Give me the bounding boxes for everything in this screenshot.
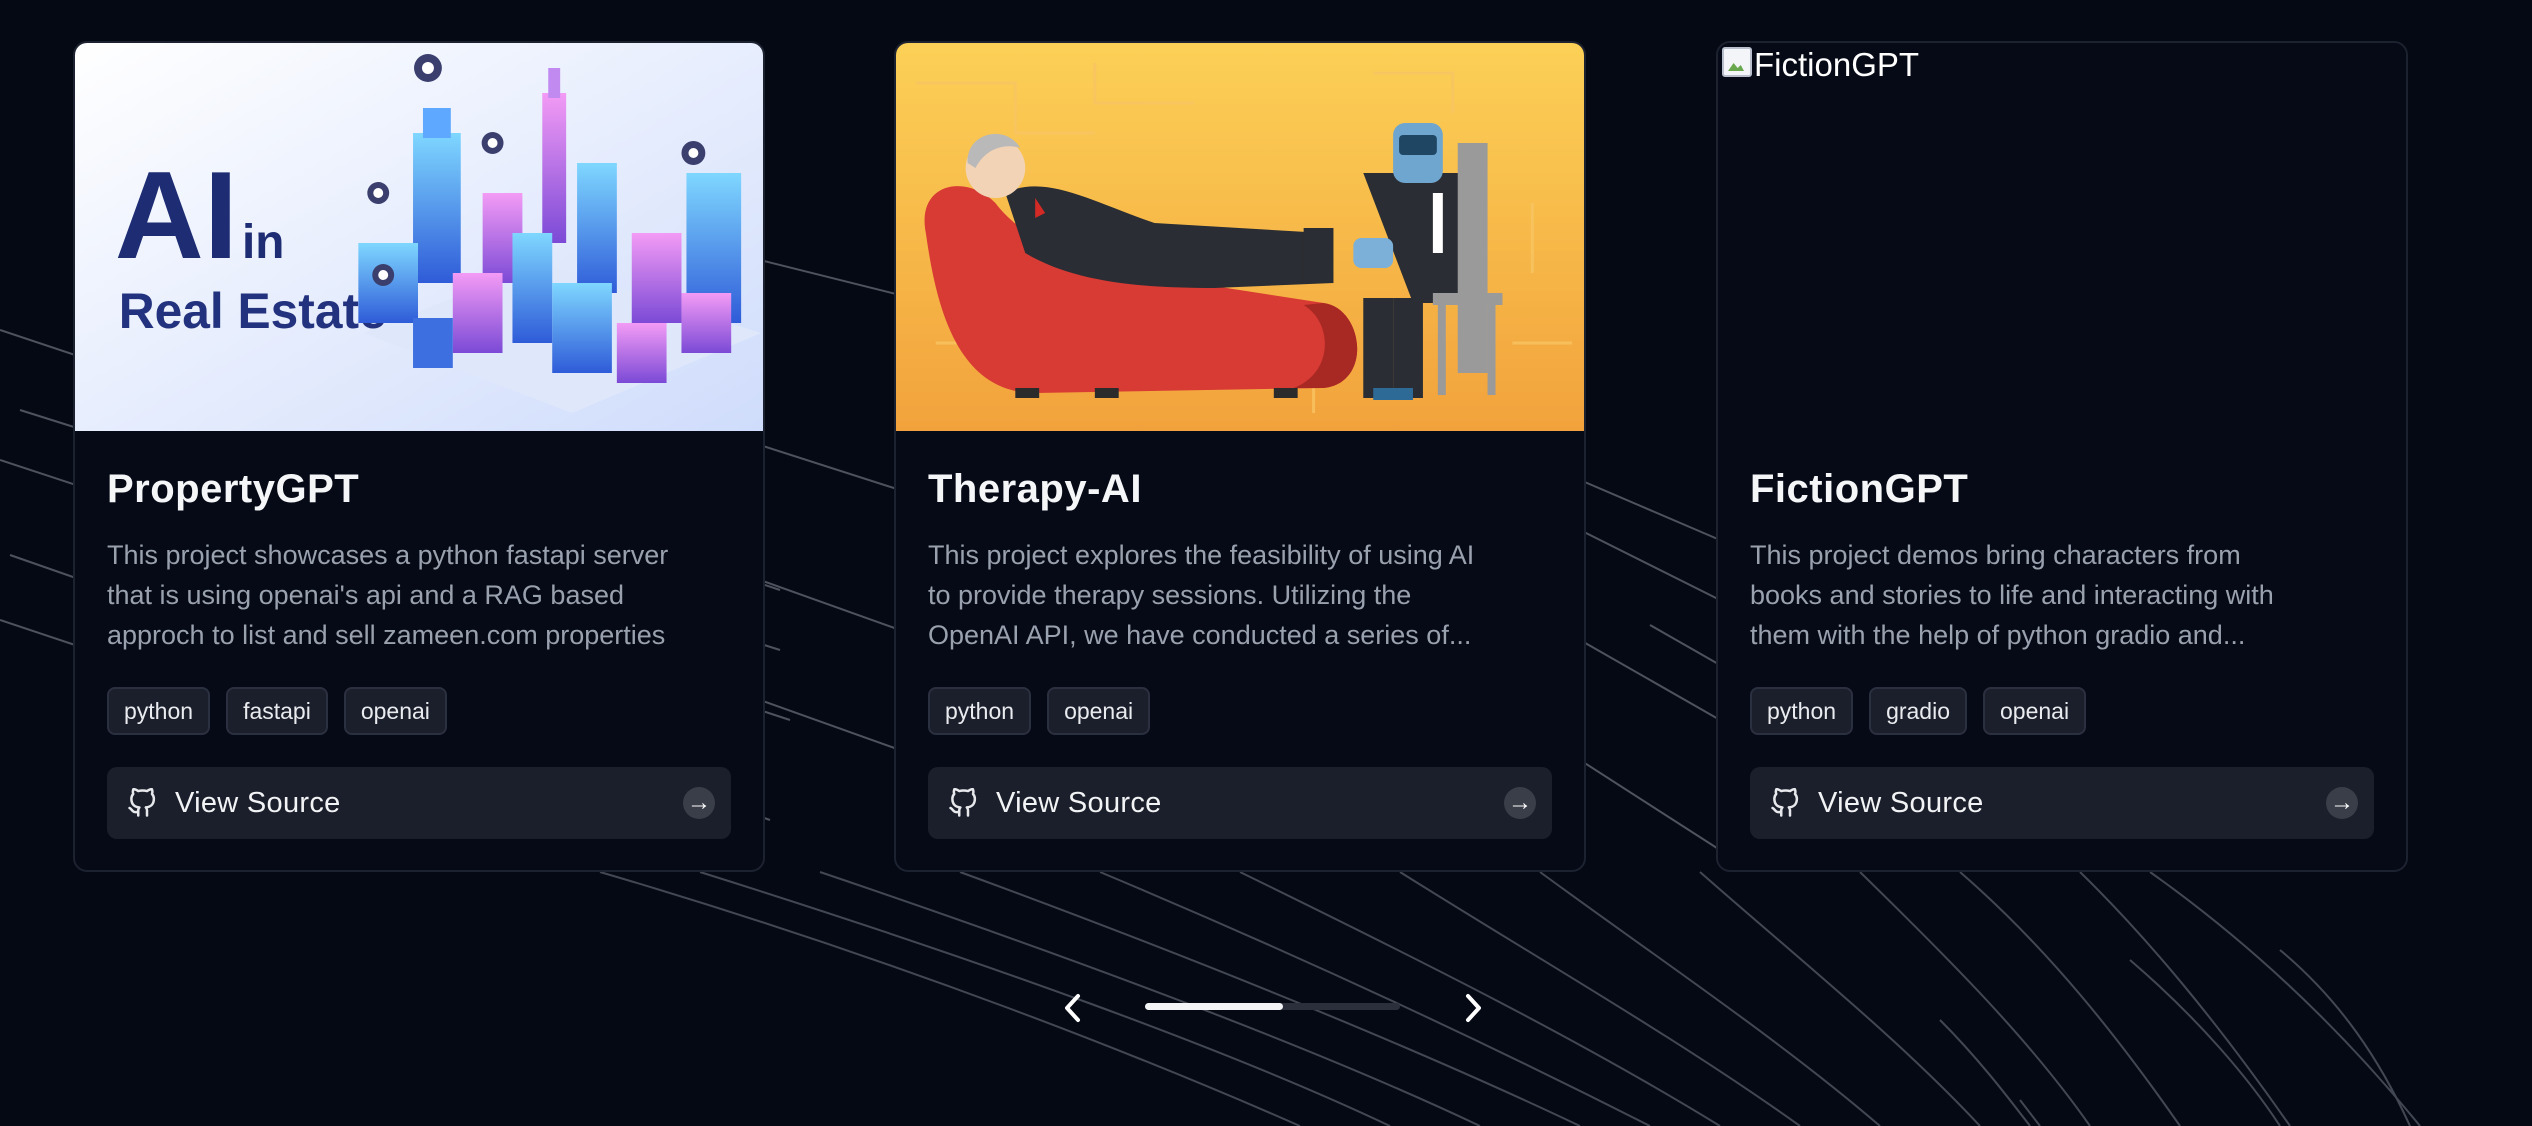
project-title: Therapy-AI [928,467,1142,511]
project-title: FictionGPT [1750,467,1969,511]
tag-python: python [1750,687,1854,735]
tag-openai: openai [1983,687,2087,735]
arrow-right-icon: → [2326,787,2358,819]
github-icon [1771,788,1799,817]
chevron-left-icon[interactable] [1058,988,1088,1028]
chevron-right-icon[interactable] [1458,988,1488,1028]
arrow-right-icon: → [683,787,715,819]
github-icon [128,788,156,817]
project-card-therapy-ai: Therapy-AI This project explores the fea… [894,41,1586,872]
image-caption-ai: AI [115,147,238,285]
tag-gradio: gradio [1869,687,1967,735]
tag-python: python [928,687,1032,735]
project-description: This project demos bring characters from… [1750,540,2274,650]
project-card-propertygpt: AI in Real Estate PropertyGPT This proje… [73,41,765,872]
project-image-ai-real-estate: AI in Real Estate [75,43,763,431]
therapy-robot-illustration [896,43,1584,431]
image-caption-real-estate: Real Estate [119,283,387,339]
arrow-right-icon: → [1504,787,1536,819]
view-source-button[interactable]: View Source → [1750,767,2374,839]
tag-openai: openai [343,687,447,735]
project-description: This project explores the feasibility of… [928,540,1475,650]
view-source-label: View Source [1818,786,1984,819]
project-image-therapy-robot [896,43,1584,431]
carousel-progress-fill [1145,1003,1283,1010]
view-source-button[interactable]: View Source → [928,767,1552,839]
tag-fastapi: fastapi [226,687,328,735]
view-source-button[interactable]: View Source → [107,767,731,839]
view-source-label: View Source [175,786,341,819]
ai-real-estate-illustration: AI in Real Estate [75,43,763,431]
project-title: PropertyGPT [107,467,360,511]
image-alt-text: FictionGPT [1754,46,1920,83]
github-icon [949,788,977,817]
view-source-label: View Source [996,786,1162,819]
carousel-progress-track[interactable] [1145,1003,1400,1010]
tag-list: python openai [928,687,1552,735]
tag-openai: openai [1047,687,1151,735]
tag-list: python fastapi openai [107,687,731,735]
tag-python: python [107,687,211,735]
broken-image-icon [1722,47,1752,77]
project-image-broken: FictionGPT [1718,43,2406,431]
project-card-fictiongpt: FictionGPT FictionGPT This project demos… [1716,41,2408,872]
image-caption-in: in [242,216,284,269]
project-description: This project showcases a python fastapi … [107,540,669,650]
tag-list: python gradio openai [1750,687,2374,735]
